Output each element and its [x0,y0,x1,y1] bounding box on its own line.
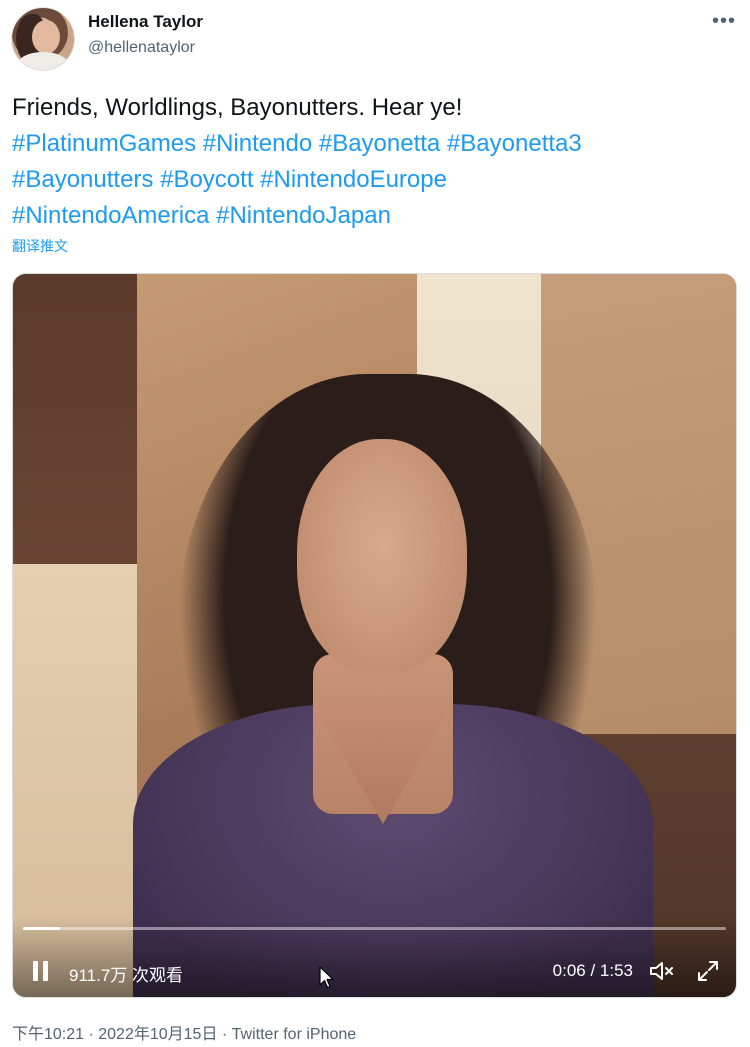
hashtag-link[interactable]: #Bayonutters [12,166,153,193]
video-player[interactable]: 911.7万 次观看 0:06 / 1:53 [12,273,737,998]
tweet-body-text: Friends, Worldlings, Bayonutters. Hear y… [12,94,463,121]
background-panel [13,274,137,564]
tweet-text: Friends, Worldlings, Bayonutters. Hear y… [12,90,737,234]
tweet: Hellena Taylor @hellenataylor ••• Friend… [0,0,750,1047]
hashtag-link[interactable]: #Boycott [160,166,253,193]
video-time: 0:06 / 1:53 [552,961,633,980]
avatar[interactable] [11,7,75,71]
view-count: 911.7万 次观看 [69,966,184,985]
hashtag-link[interactable]: #Nintendo [203,130,312,157]
more-horizontal-icon[interactable]: ••• [712,10,736,33]
author-display-name[interactable]: Hellena Taylor [88,12,203,32]
hashtag-link[interactable]: #NintendoAmerica [12,202,209,229]
tweet-line: #PlatinumGames #Nintendo #Bayonetta #Bay… [12,126,737,162]
video-progress-fill [23,927,61,930]
hashtag-link[interactable]: #Bayonetta [319,130,440,157]
person-face [297,439,467,674]
video-controls: 911.7万 次观看 0:06 / 1:53 [13,917,736,997]
volume-icon[interactable] [648,959,674,983]
tweet-line: Friends, Worldlings, Bayonutters. Hear y… [12,90,737,126]
avatar-face [32,20,60,54]
translate-tweet-link[interactable]: 翻译推文 [12,236,68,256]
hashtag-link[interactable]: #NintendoEurope [260,166,447,193]
pause-icon[interactable] [33,961,49,981]
tweet-line: #Bayonutters #Boycott #NintendoEurope [12,162,737,198]
video-progress-bar[interactable] [23,927,726,930]
hashtag-link[interactable]: #Bayonetta3 [447,130,582,157]
mouse-cursor-icon [319,966,334,989]
author-handle[interactable]: @hellenataylor [88,39,195,57]
tweet-meta: 下午10:21 · 2022年10月15日 · Twitter for iPho… [12,1026,357,1043]
tweet-line: #NintendoAmerica #NintendoJapan [12,198,737,234]
avatar-shoulder [18,52,68,70]
hashtag-link[interactable]: #PlatinumGames [12,130,196,157]
fullscreen-icon[interactable] [696,959,720,983]
hashtag-link[interactable]: #NintendoJapan [216,202,391,229]
